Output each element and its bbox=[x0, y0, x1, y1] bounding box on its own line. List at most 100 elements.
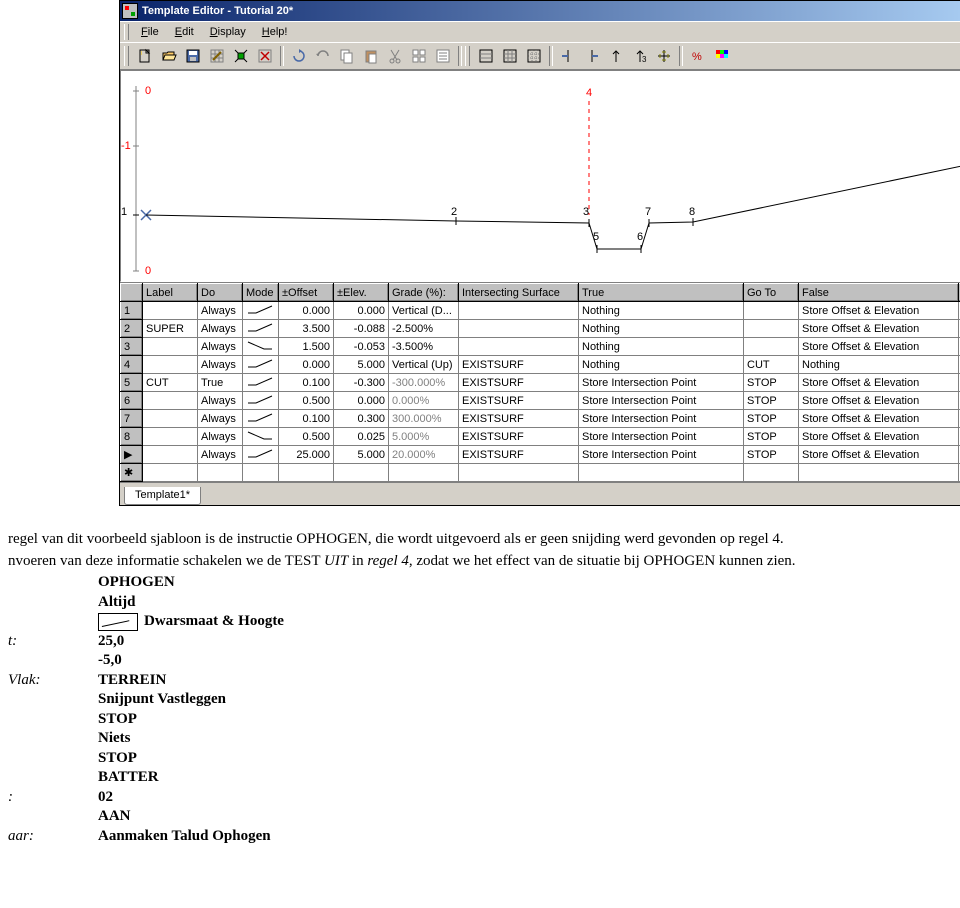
cell[interactable]: 7 bbox=[121, 410, 143, 428]
cell[interactable] bbox=[459, 338, 579, 356]
cell[interactable] bbox=[243, 302, 279, 320]
cell[interactable]: 5.000% bbox=[389, 428, 459, 446]
col-header[interactable]: Do bbox=[198, 284, 243, 302]
tb-delete-cell-icon[interactable] bbox=[253, 44, 277, 68]
cell[interactable] bbox=[243, 356, 279, 374]
cell[interactable] bbox=[389, 464, 459, 482]
cell[interactable]: Store Intersection Point bbox=[579, 374, 744, 392]
cell[interactable]: 4 bbox=[121, 356, 143, 374]
cell[interactable]: EXISTSURF bbox=[459, 446, 579, 464]
cell[interactable] bbox=[744, 464, 799, 482]
cell[interactable]: EXISTSURF bbox=[459, 410, 579, 428]
toolbar-grip-2[interactable] bbox=[465, 46, 470, 66]
col-header[interactable]: Label bbox=[143, 284, 198, 302]
cell[interactable]: Store Intersection Point bbox=[579, 428, 744, 446]
cell[interactable] bbox=[143, 428, 198, 446]
tb-percent-icon[interactable]: % bbox=[686, 44, 710, 68]
table-row[interactable]: 2SUPERAlways3.500-0.088-2.500%NothingSto… bbox=[121, 320, 960, 338]
cell[interactable]: CUT bbox=[143, 374, 198, 392]
cell[interactable]: 5 bbox=[121, 374, 143, 392]
cell[interactable]: 5.000 bbox=[334, 446, 389, 464]
tb-grid-edit-icon[interactable] bbox=[205, 44, 229, 68]
table-row[interactable]: 4Always0.0005.000Vertical (Up)EXISTSURFN… bbox=[121, 356, 960, 374]
cell[interactable]: Nothing bbox=[579, 356, 744, 374]
data-grid[interactable]: LabelDoMode±Offset±Elev.Grade (%):Inters… bbox=[120, 282, 960, 482]
cell[interactable] bbox=[143, 302, 198, 320]
menubar-grip[interactable] bbox=[124, 24, 129, 40]
cell[interactable] bbox=[243, 320, 279, 338]
cell[interactable]: Nothing bbox=[579, 338, 744, 356]
menu-file[interactable]: File bbox=[133, 24, 167, 40]
cell[interactable]: STOP bbox=[744, 410, 799, 428]
cell[interactable]: STOP bbox=[744, 428, 799, 446]
tb-left-half-icon[interactable] bbox=[556, 44, 580, 68]
titlebar[interactable]: Template Editor - Tutorial 20* bbox=[120, 1, 960, 21]
table-row[interactable]: ▶Always25.0005.00020.000%EXISTSURFStore … bbox=[121, 446, 960, 464]
cell[interactable]: Store Offset & Elevation bbox=[799, 410, 959, 428]
cell[interactable] bbox=[143, 356, 198, 374]
cell[interactable]: Store Offset & Elevation bbox=[799, 302, 959, 320]
cell[interactable] bbox=[243, 464, 279, 482]
cell[interactable] bbox=[744, 302, 799, 320]
cell[interactable]: 3.500 bbox=[279, 320, 334, 338]
cell[interactable]: Always bbox=[198, 446, 243, 464]
cell[interactable] bbox=[143, 392, 198, 410]
cell[interactable]: 0.000 bbox=[334, 392, 389, 410]
cell[interactable]: Store Offset & Elevation bbox=[799, 428, 959, 446]
col-header[interactable]: Grade (%): bbox=[389, 284, 459, 302]
cell[interactable]: EXISTSURF bbox=[459, 428, 579, 446]
cell[interactable] bbox=[243, 338, 279, 356]
cell[interactable]: EXISTSURF bbox=[459, 392, 579, 410]
cell[interactable]: Always bbox=[198, 320, 243, 338]
cell[interactable] bbox=[459, 320, 579, 338]
cell[interactable] bbox=[459, 302, 579, 320]
cell[interactable]: Store Offset & Elevation bbox=[799, 392, 959, 410]
cell[interactable]: Store Intersection Point bbox=[579, 446, 744, 464]
cell[interactable]: 0.000 bbox=[279, 356, 334, 374]
col-header[interactable]: True bbox=[579, 284, 744, 302]
cell[interactable]: 0.100 bbox=[279, 410, 334, 428]
cell[interactable]: Always bbox=[198, 302, 243, 320]
tb-ruler-cross-icon[interactable] bbox=[652, 44, 676, 68]
tb-right-half-icon[interactable] bbox=[580, 44, 604, 68]
cell[interactable]: 0.025 bbox=[334, 428, 389, 446]
cell[interactable]: Store Offset & Elevation bbox=[799, 338, 959, 356]
cell[interactable]: 0.500 bbox=[279, 428, 334, 446]
col-header[interactable]: False bbox=[799, 284, 959, 302]
cell[interactable]: 5.000 bbox=[334, 356, 389, 374]
cell[interactable] bbox=[243, 410, 279, 428]
cell[interactable]: Store Offset & Elevation bbox=[799, 320, 959, 338]
tb-arrow-up-icon[interactable] bbox=[604, 44, 628, 68]
cell[interactable]: -0.088 bbox=[334, 320, 389, 338]
cell[interactable]: Always bbox=[198, 428, 243, 446]
cell[interactable]: -0.300 bbox=[334, 374, 389, 392]
cell[interactable]: Always bbox=[198, 410, 243, 428]
cell[interactable]: Store Intersection Point bbox=[579, 392, 744, 410]
cell[interactable]: Always bbox=[198, 392, 243, 410]
tb-grid-h-icon[interactable] bbox=[474, 44, 498, 68]
cell[interactable]: -2.500% bbox=[389, 320, 459, 338]
cell[interactable]: -0.053 bbox=[334, 338, 389, 356]
canvas-area[interactable]: 0 -1 1 0 2 3 4 5 6 7 8 bbox=[120, 70, 960, 282]
tb-cut-icon[interactable] bbox=[383, 44, 407, 68]
cell[interactable]: 20.000% bbox=[389, 446, 459, 464]
tb-arrow-3-icon[interactable]: 3 bbox=[628, 44, 652, 68]
table-row[interactable]: 1Always0.0000.000Vertical (D...NothingSt… bbox=[121, 302, 960, 320]
table-row[interactable]: 5CUTTrue0.100-0.300-300.000%EXISTSURFSto… bbox=[121, 374, 960, 392]
cell[interactable] bbox=[279, 464, 334, 482]
tab-template1[interactable]: Template1* bbox=[124, 487, 201, 505]
cell[interactable]: Always bbox=[198, 338, 243, 356]
tb-props-icon[interactable] bbox=[431, 44, 455, 68]
table-row[interactable]: 7Always0.1000.300300.000%EXISTSURFStore … bbox=[121, 410, 960, 428]
cell[interactable]: 25.000 bbox=[279, 446, 334, 464]
cell[interactable]: True bbox=[198, 374, 243, 392]
col-header[interactable]: ±Offset bbox=[279, 284, 334, 302]
cell[interactable] bbox=[459, 464, 579, 482]
cell[interactable]: -300.000% bbox=[389, 374, 459, 392]
col-header[interactable]: Intersecting Surface bbox=[459, 284, 579, 302]
table-row[interactable]: 8Always0.5000.0255.000%EXISTSURFStore In… bbox=[121, 428, 960, 446]
cell[interactable] bbox=[243, 446, 279, 464]
cell[interactable]: 0.000% bbox=[389, 392, 459, 410]
cell[interactable]: Vertical (Up) bbox=[389, 356, 459, 374]
cell[interactable]: 0.000 bbox=[334, 302, 389, 320]
